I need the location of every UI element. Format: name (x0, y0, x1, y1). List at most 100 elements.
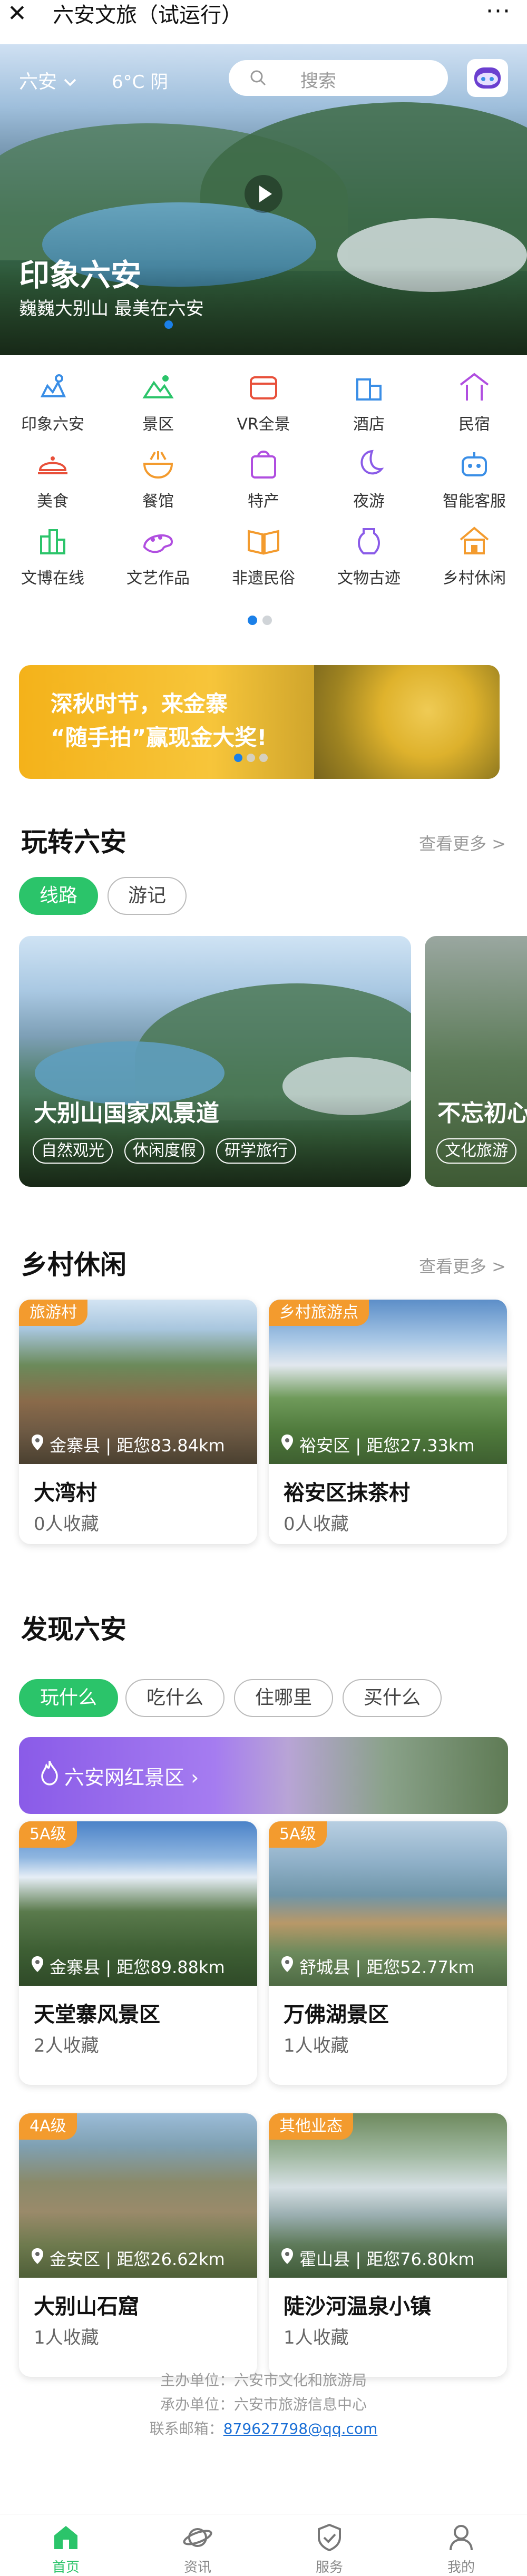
shield-check-icon (318, 2523, 341, 2552)
close-icon[interactable]: ✕ (7, 2, 27, 25)
more-menu-icon[interactable]: ··· (486, 0, 511, 23)
scenic-card[interactable]: 其他业态 霍山县 | 距您76.80km 陡沙河温泉小镇 1人收藏 (269, 2113, 507, 2377)
location-pin-icon (32, 2248, 43, 2264)
quick-entry-scenic[interactable]: 景区 (105, 365, 211, 434)
quick-entry-vr[interactable]: VR全景 (211, 365, 316, 434)
tab-home[interactable]: 首页 (0, 2514, 132, 2575)
banner-pagination (234, 754, 272, 764)
tab-what-to-buy[interactable]: 买什么 (343, 1679, 442, 1717)
quick-entry-robot[interactable]: 智能客服 (422, 442, 527, 511)
hotel-icon (356, 378, 382, 401)
tab-profile[interactable]: 我的 (395, 2514, 527, 2575)
rural-card[interactable]: 旅游村 金寨县 | 距您83.84km 大湾村 0人收藏 (19, 1300, 257, 1544)
card-favorites: 1人收藏 (34, 2327, 99, 2348)
search-placeholder: 搜索 (300, 71, 336, 92)
quick-entry-label: 餐馆 (142, 492, 174, 511)
quick-entry-homestay[interactable]: 民宿 (422, 365, 527, 434)
user-icon (450, 2525, 473, 2551)
book-icon (248, 530, 279, 555)
quick-entry-label: 景区 (142, 415, 174, 434)
card-badge: 其他业态 (269, 2113, 353, 2140)
palette-icon (143, 534, 173, 553)
route-card[interactable]: 不忘初心 文化旅游 (425, 936, 527, 1187)
section-title-rural: 乡村休闲 (21, 1250, 126, 1280)
section-title-discover: 发现六安 (21, 1614, 126, 1645)
impression-icon (40, 374, 66, 397)
tab-label: 首页 (52, 2560, 80, 2575)
card-favorites: 2人收藏 (34, 2035, 99, 2056)
quick-entry-restaurant[interactable]: 餐馆 (105, 442, 211, 511)
quick-entry-label: 印象六安 (21, 415, 84, 434)
tab-routes[interactable]: 线路 (19, 877, 98, 915)
card-location: 金安区 | 距您26.62km (50, 2249, 225, 2269)
netred-scenic-banner[interactable]: 六安网红景区 › (19, 1737, 508, 1814)
quick-entry-label: 民宿 (458, 415, 490, 434)
top-bar: ✕ 六安文旅（试运行） ··· (0, 0, 527, 31)
hero-title: 印象六安 (19, 257, 142, 293)
banner-line-2: “随手拍”赢现金大奖! (51, 725, 267, 750)
card-name: 万佛湖景区 (284, 2003, 389, 2027)
city-selector[interactable]: 六安 (19, 66, 77, 94)
scenic-card[interactable]: 5A级 舒城县 | 距您52.77km 万佛湖景区 1人收藏 (269, 1821, 507, 2085)
play-video-icon[interactable] (243, 174, 284, 214)
restaurant-icon (143, 451, 173, 479)
tab-label: 资讯 (183, 2560, 211, 2575)
chevron-down-icon (64, 79, 76, 86)
mascot-avatar-button[interactable] (467, 59, 508, 97)
museum-icon (40, 529, 65, 554)
see-more-rural-link[interactable]: 查看更多 > (419, 1253, 506, 1277)
card-favorites: 1人收藏 (284, 2327, 349, 2348)
card-name: 大湾村 (34, 1481, 97, 1505)
quick-entry-hotel[interactable]: 酒店 (316, 365, 422, 434)
robot-avatar-icon (474, 67, 501, 89)
quick-entry-museum[interactable]: 文博在线 (0, 519, 105, 588)
hero-subtitle: 巍巍大别山 最美在六安 (19, 298, 204, 319)
quick-entry-pottery[interactable]: 文物古迹 (316, 519, 422, 588)
tab-services[interactable]: 服务 (264, 2514, 395, 2575)
see-more-play-link[interactable]: 查看更多 > (419, 831, 506, 855)
quick-entry-specialty[interactable]: 特产 (211, 442, 316, 511)
promo-banner[interactable]: 深秋时节，来金寨 “随手拍”赢现金大奖! (19, 665, 500, 779)
card-badge: 旅游村 (19, 1300, 87, 1326)
tab-travelogues[interactable]: 游记 (108, 877, 187, 915)
quick-entry-book[interactable]: 非遗民俗 (211, 519, 316, 588)
quick-entry-food[interactable]: 美食 (0, 442, 105, 511)
section-title-play: 玩转六安 (21, 827, 126, 857)
quick-entry-label: 美食 (37, 492, 69, 511)
banner-line-1: 深秋时节，来金寨 (51, 691, 228, 717)
card-favorites: 0人收藏 (34, 1514, 99, 1535)
route-card[interactable]: 大别山国家风景道 自然观光 休闲度假 研学旅行 (19, 936, 411, 1187)
card-badge: 4A级 (19, 2113, 77, 2140)
tab-where-to-stay[interactable]: 住哪里 (234, 1679, 333, 1717)
homestay-icon (460, 373, 489, 401)
quick-entry-palette[interactable]: 文艺作品 (105, 519, 211, 588)
quick-entry-label: 酒店 (353, 415, 385, 434)
tab-what-to-eat[interactable]: 吃什么 (125, 1679, 225, 1717)
scenic-card[interactable]: 4A级 金安区 | 距您26.62km 大别山石窟 1人收藏 (19, 2113, 257, 2377)
vr-icon (250, 376, 277, 399)
quick-entry-impression[interactable]: 印象六安 (0, 365, 105, 434)
tab-news[interactable]: 资讯 (132, 2514, 264, 2575)
search-box[interactable]: 搜索 (229, 60, 448, 96)
quick-entry-label: 非遗民俗 (232, 569, 295, 588)
location-pin-icon (281, 1435, 293, 1450)
food-icon (38, 456, 67, 474)
footer-email-label: 联系邮箱： (149, 2420, 223, 2437)
rural-card[interactable]: 乡村旅游点 裕安区 | 距您27.33km 裕安区抹茶村 0人收藏 (269, 1300, 507, 1544)
tab-what-to-play[interactable]: 玩什么 (19, 1679, 118, 1717)
quick-entry-grid: 印象六安 景区 VR全景 酒店 民宿美食 餐馆 特产 夜游 智能客服文博在线 文艺作品 非遗民俗 文物… (0, 365, 527, 597)
footer-email-link[interactable]: 879627798@qq.com (223, 2420, 378, 2437)
card-name: 裕安区抹茶村 (284, 1481, 410, 1505)
tab-label: 我的 (447, 2560, 475, 2575)
card-name: 大别山石窟 (34, 2295, 139, 2319)
location-pin-icon (32, 1435, 43, 1450)
fire-icon (41, 1761, 58, 1785)
quick-entry-village[interactable]: 乡村休闲 (422, 519, 527, 588)
planet-icon (183, 2528, 212, 2547)
pottery-icon (358, 528, 380, 554)
scenic-card[interactable]: 5A级 金寨县 | 距您89.88km 天堂寨风景区 2人收藏 (19, 1821, 257, 2085)
city-name: 六安 (19, 71, 57, 93)
quick-entry-night-tour[interactable]: 夜游 (316, 442, 422, 511)
banner-tree-image (314, 665, 500, 779)
card-favorites: 0人收藏 (284, 1514, 349, 1535)
